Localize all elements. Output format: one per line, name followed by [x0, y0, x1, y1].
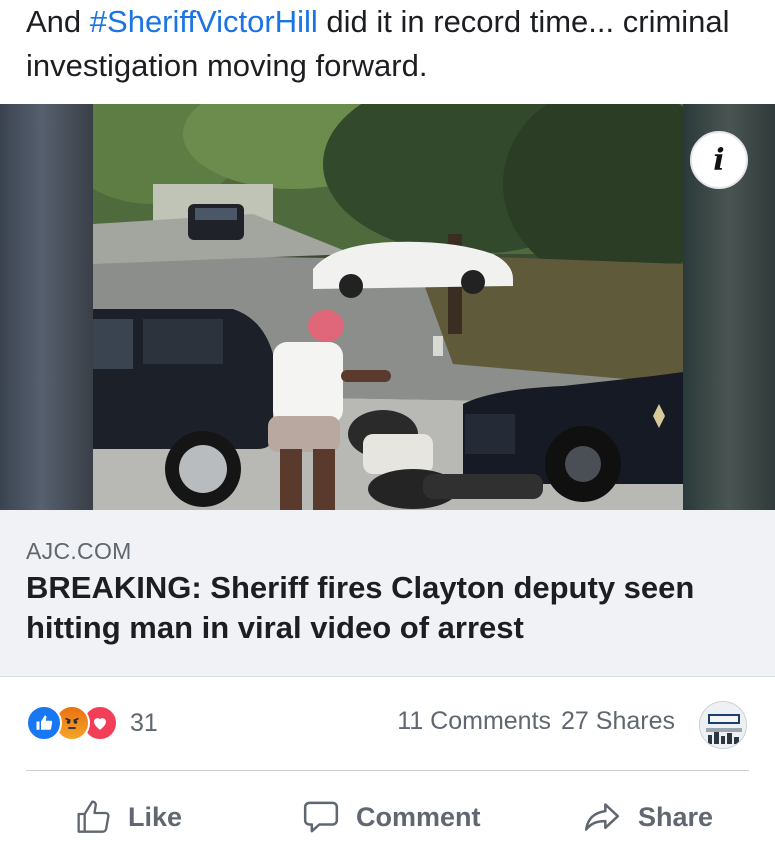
info-icon[interactable]: i: [690, 131, 748, 189]
like-label: Like: [128, 801, 183, 832]
share-arrow-icon: [584, 803, 620, 831]
comment-button[interactable]: Comment: [300, 792, 481, 842]
engagement-counts: 11 Comments 27 Shares: [397, 707, 675, 736]
comment-bubble-icon: [303, 801, 339, 833]
wao-logo-icon: [700, 702, 746, 748]
info-glyph: i: [713, 142, 725, 178]
arrest-scene-photo: [93, 104, 683, 510]
post-text: And #SheriffVictorHill did it in record …: [26, 0, 756, 88]
post-stats: 31 11 Comments 27 Shares: [0, 690, 775, 756]
link-preview-card[interactable]: AJC.COM BREAKING: Sheriff fires Clayton …: [0, 510, 775, 677]
share-label: Share: [638, 801, 714, 832]
image-blur-left: [0, 104, 93, 510]
comment-label: Comment: [356, 801, 481, 832]
link-preview-image[interactable]: i: [0, 104, 775, 510]
shares-count[interactable]: 27 Shares: [561, 707, 675, 735]
link-title[interactable]: BREAKING: Sheriff fires Clayton deputy s…: [26, 568, 746, 648]
comments-count[interactable]: 11 Comments: [397, 707, 551, 735]
share-button[interactable]: Share: [580, 792, 713, 842]
post-text-prefix: And: [26, 4, 90, 39]
thumbs-up-icon: [77, 800, 110, 833]
reactions-summary[interactable]: 31: [26, 705, 158, 741]
like-button[interactable]: Like: [74, 792, 182, 842]
link-domain: AJC.COM: [26, 538, 132, 564]
like-reaction-icon: [26, 705, 62, 741]
page-avatar[interactable]: [699, 701, 747, 749]
hashtag-link[interactable]: #SheriffVictorHill: [90, 4, 318, 39]
actions-divider: [26, 770, 749, 771]
post-actions: Like Comment Share: [0, 780, 775, 856]
news-photo[interactable]: [93, 104, 683, 510]
reaction-count: 31: [130, 708, 158, 737]
